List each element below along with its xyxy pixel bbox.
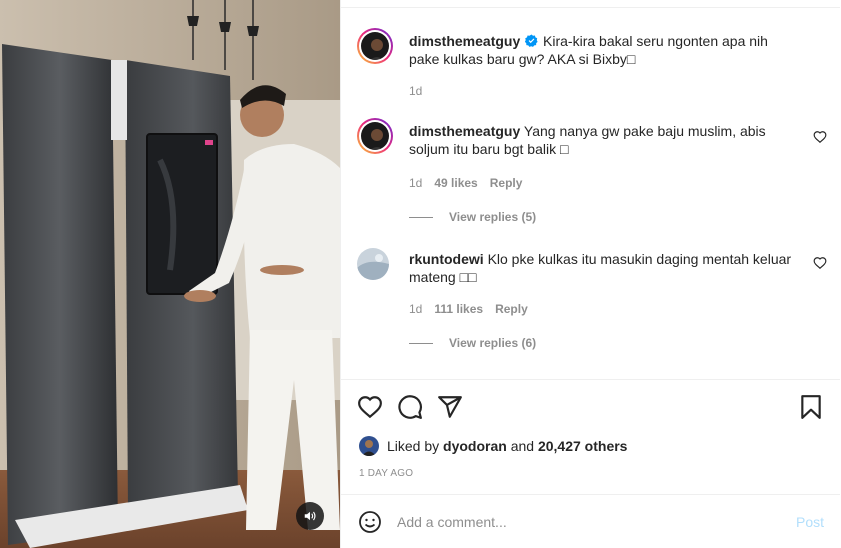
replies-line	[409, 216, 433, 218]
avatar-image	[361, 32, 389, 60]
comment-likes[interactable]: 111 likes	[434, 302, 483, 316]
liked-by-and: and	[510, 438, 535, 454]
reply-button[interactable]: Reply	[495, 302, 528, 316]
comment-text: dimsthemeatguy Yang nanya gw pake baju m…	[409, 122, 801, 158]
like-comment-heart-icon[interactable]	[813, 256, 827, 270]
view-replies-button[interactable]: View replies (6)	[409, 336, 536, 350]
paper-plane-icon[interactable]	[437, 394, 463, 420]
liked-by-prefix: Liked by	[387, 438, 440, 454]
liked-by-summary: Liked by dyodoran and 20,427 others	[359, 436, 627, 456]
caption-meta: 1d	[409, 84, 422, 98]
reply-button[interactable]: Reply	[490, 176, 523, 190]
avatar[interactable]	[357, 28, 393, 64]
replies-line	[409, 342, 433, 344]
view-replies-button[interactable]: View replies (5)	[409, 210, 536, 224]
post-video[interactable]	[0, 0, 340, 548]
liker-username[interactable]: dyodoran	[443, 438, 507, 454]
comment-time[interactable]: 1d	[409, 176, 422, 190]
comment-input[interactable]	[397, 510, 777, 534]
post-caption: dimsthemeatguy Kira-kira bakal seru ngon…	[357, 28, 827, 108]
post-date[interactable]: 1 DAY AGO	[359, 468, 413, 479]
caption-username[interactable]: dimsthemeatguy	[409, 33, 520, 49]
sound-toggle-button[interactable]	[296, 502, 324, 530]
comment-time[interactable]: 1d	[409, 302, 422, 316]
comment-likes[interactable]: 49 likes	[434, 176, 477, 190]
bookmark-icon[interactable]	[798, 394, 824, 420]
video-frame	[0, 0, 340, 548]
comment-item: rkuntodewi Klo pke kulkas itu masukin da…	[357, 246, 827, 358]
add-comment-bar: Post	[341, 494, 840, 548]
liker-avatar[interactable]	[359, 436, 379, 456]
comments-panel: dimsthemeatguy Kira-kira bakal seru ngon…	[340, 0, 840, 548]
speaker-icon	[304, 511, 316, 521]
divider	[341, 7, 840, 8]
comment-meta: 1d 111 likes Reply	[409, 302, 528, 316]
likes-count[interactable]: 20,427 others	[538, 438, 628, 454]
comment-meta: 1d 49 likes Reply	[409, 176, 522, 190]
avatar[interactable]	[357, 118, 393, 154]
action-bar: Liked by dyodoran and 20,427 others 1 DA…	[341, 379, 840, 479]
caption-text: dimsthemeatguy Kira-kira bakal seru ngon…	[409, 32, 801, 68]
comment-username[interactable]: rkuntodewi	[409, 251, 484, 267]
comment-icon[interactable]	[397, 394, 423, 420]
heart-icon[interactable]	[357, 394, 383, 420]
smiley-icon[interactable]	[358, 510, 382, 534]
post-button[interactable]: Post	[796, 514, 824, 530]
view-replies-label: View replies (6)	[449, 336, 537, 350]
avatar-image	[357, 248, 389, 280]
like-comment-heart-icon[interactable]	[813, 130, 827, 144]
view-replies-label: View replies (5)	[449, 210, 537, 224]
comment-username[interactable]: dimsthemeatguy	[409, 123, 520, 139]
avatar[interactable]	[357, 248, 389, 280]
comment-item: dimsthemeatguy Yang nanya gw pake baju m…	[357, 118, 827, 230]
comment-text: rkuntodewi Klo pke kulkas itu masukin da…	[409, 250, 801, 286]
caption-time[interactable]: 1d	[409, 84, 422, 98]
verified-badge-icon	[525, 34, 538, 47]
avatar-image	[359, 436, 379, 456]
avatar-image	[361, 122, 389, 150]
